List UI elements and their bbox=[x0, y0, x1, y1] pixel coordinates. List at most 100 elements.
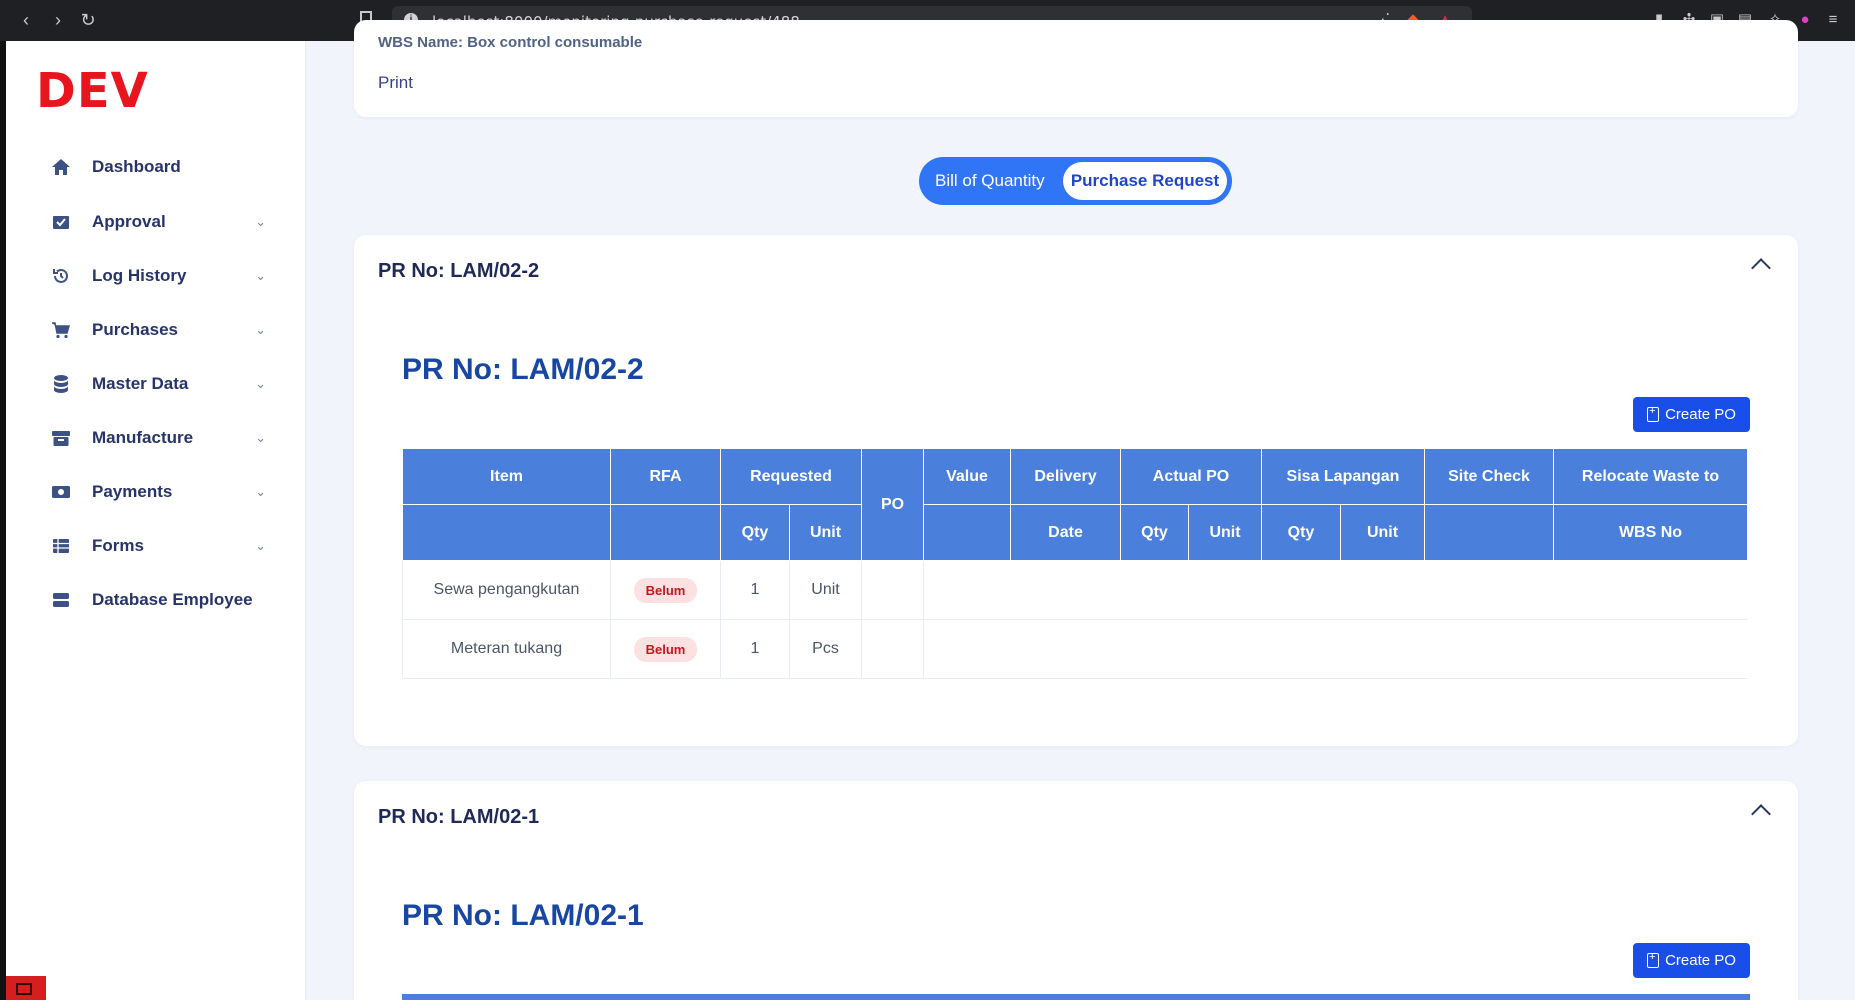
archive-box-icon bbox=[50, 427, 72, 449]
sidebar-item-dashboard[interactable]: Dashboard bbox=[50, 152, 266, 182]
col-sisa-unit: Unit bbox=[1340, 504, 1425, 561]
pr-title: PR No: LAM/02-2 bbox=[402, 353, 644, 386]
sidebar-item-manufacture[interactable]: Manufacture ⌄ bbox=[50, 423, 266, 453]
pr-accordion-header[interactable]: PR No: LAM/02-2 bbox=[378, 260, 539, 283]
sidebar-item-purchases[interactable]: Purchases ⌄ bbox=[50, 315, 266, 345]
brand-logo: DEV bbox=[36, 63, 149, 119]
status-badge: Belum bbox=[633, 636, 698, 662]
table-row: Meteran tukang Belum 1 Pcs bbox=[402, 619, 1748, 679]
create-po-button[interactable]: Create PO bbox=[1633, 943, 1750, 978]
home-icon bbox=[50, 156, 72, 178]
cell-po bbox=[861, 619, 924, 679]
sidebar-item-label: Payments bbox=[92, 482, 173, 501]
cart-icon bbox=[50, 319, 72, 341]
sidebar-item-forms[interactable]: Forms ⌄ bbox=[50, 531, 266, 561]
menu-icon[interactable]: ≡ bbox=[1824, 11, 1842, 29]
inbox-check-icon bbox=[50, 211, 72, 233]
back-icon[interactable]: ‹ bbox=[14, 8, 38, 32]
sidebar-item-master-data[interactable]: Master Data ⌄ bbox=[50, 369, 266, 399]
col-site-check-sub bbox=[1424, 504, 1554, 561]
col-po: PO bbox=[861, 448, 924, 561]
cell-unit: Pcs bbox=[789, 619, 862, 679]
cell-unit: Unit bbox=[789, 560, 862, 620]
pr-card: PR No: LAM/02-1 PR No: LAM/02-1 Create P… bbox=[354, 781, 1798, 1000]
cell-po bbox=[861, 560, 924, 620]
col-site-check: Site Check bbox=[1424, 448, 1554, 505]
cell-empty bbox=[923, 619, 1748, 679]
status-badge: Belum bbox=[633, 577, 698, 603]
history-icon bbox=[50, 265, 72, 287]
toggle-bill-of-quantity[interactable]: Bill of Quantity bbox=[935, 171, 1045, 191]
table-row: Sewa pengangkutan Belum 1 Unit bbox=[402, 560, 1748, 620]
col-delivery-date: Date bbox=[1010, 504, 1121, 561]
col-delivery: Delivery bbox=[1010, 448, 1121, 505]
file-plus-icon bbox=[1647, 951, 1660, 968]
sidebar-item-label: Purchases bbox=[92, 320, 178, 339]
sidebar-item-label: Forms bbox=[92, 536, 144, 555]
sidebar-item-approval[interactable]: Approval ⌄ bbox=[50, 207, 266, 237]
pr-accordion-header[interactable]: PR No: LAM/02-1 bbox=[378, 806, 539, 829]
list-table-icon bbox=[50, 535, 72, 557]
chevron-down-icon: ⌄ bbox=[255, 322, 266, 337]
sidebar-item-payments[interactable]: Payments ⌄ bbox=[50, 477, 266, 507]
reload-icon[interactable]: ↻ bbox=[76, 8, 100, 32]
sidebar-item-label: Database Employee bbox=[92, 590, 253, 609]
col-rfa: RFA bbox=[610, 448, 721, 505]
pr-table: Item RFA Requested PO Value Delivery Act… bbox=[402, 448, 1748, 679]
sidebar-item-label: Master Data bbox=[92, 374, 189, 393]
col-requested-qty: Qty bbox=[720, 504, 790, 561]
cash-icon bbox=[50, 481, 72, 503]
col-rfa-sub bbox=[610, 504, 721, 561]
col-item: Item bbox=[402, 448, 611, 505]
create-po-label: Create PO bbox=[1665, 952, 1736, 969]
database-icon bbox=[50, 373, 72, 395]
sidebar-item-label: Manufacture bbox=[92, 428, 194, 447]
col-actual-po-qty: Qty bbox=[1120, 504, 1189, 561]
cell-rfa: Belum bbox=[610, 560, 721, 620]
cell-rfa: Belum bbox=[610, 619, 721, 679]
col-item-sub bbox=[402, 504, 611, 561]
sidebar-item-log-history[interactable]: Log History ⌄ bbox=[50, 261, 266, 291]
sidebar-item-label: Log History bbox=[92, 266, 187, 285]
chevron-down-icon: ⌄ bbox=[255, 268, 266, 283]
cell-empty bbox=[923, 560, 1748, 620]
chevron-down-icon: ⌄ bbox=[255, 538, 266, 553]
col-requested-unit: Unit bbox=[789, 504, 862, 561]
chevron-up-icon[interactable] bbox=[1751, 804, 1771, 824]
wbs-card: WBS Name: Box control consumable Print bbox=[354, 20, 1798, 117]
table-header-strip bbox=[402, 994, 1750, 1000]
vpn-icon[interactable]: ● bbox=[1796, 11, 1814, 29]
cell-item: Sewa pengangkutan bbox=[402, 560, 611, 620]
chevron-down-icon: ⌄ bbox=[255, 214, 266, 229]
cell-item: Meteran tukang bbox=[402, 619, 611, 679]
wbs-name: WBS Name: Box control consumable bbox=[378, 34, 643, 50]
pr-title: PR No: LAM/02-1 bbox=[402, 899, 644, 932]
col-sisa-qty: Qty bbox=[1261, 504, 1341, 561]
chevron-down-icon: ⌄ bbox=[255, 376, 266, 391]
create-po-button[interactable]: Create PO bbox=[1633, 397, 1750, 432]
col-requested: Requested bbox=[720, 448, 862, 505]
cell-qty: 1 bbox=[720, 560, 790, 620]
sidebar-item-label: Dashboard bbox=[92, 157, 181, 176]
chevron-down-icon: ⌄ bbox=[255, 484, 266, 499]
toggle-purchase-request[interactable]: Purchase Request bbox=[1063, 162, 1227, 200]
col-value-sub bbox=[923, 504, 1011, 561]
create-po-label: Create PO bbox=[1665, 406, 1736, 423]
sidebar: DEV Dashboard Approval ⌄ Log History ⌄ P… bbox=[6, 41, 306, 1000]
col-sisa-lapangan: Sisa Lapangan bbox=[1261, 448, 1425, 505]
debug-toolbar-icon[interactable] bbox=[6, 976, 46, 1000]
view-toggle: Bill of Quantity Purchase Request bbox=[919, 157, 1232, 205]
col-relocate-waste: Relocate Waste to bbox=[1553, 448, 1748, 505]
col-wbs-no: WBS No bbox=[1553, 504, 1748, 561]
file-plus-icon bbox=[1647, 405, 1660, 422]
sidebar-item-label: Approval bbox=[92, 212, 166, 231]
chevron-down-icon: ⌄ bbox=[255, 430, 266, 445]
sidebar-item-database-employee[interactable]: Database Employee bbox=[50, 585, 266, 615]
col-actual-po: Actual PO bbox=[1120, 448, 1262, 505]
forward-icon[interactable]: › bbox=[46, 8, 70, 32]
col-actual-po-unit: Unit bbox=[1188, 504, 1262, 561]
server-icon bbox=[50, 589, 72, 611]
chevron-up-icon[interactable] bbox=[1751, 258, 1771, 278]
print-link[interactable]: Print bbox=[378, 73, 413, 93]
pr-card: PR No: LAM/02-2 PR No: LAM/02-2 Create P… bbox=[354, 235, 1798, 746]
